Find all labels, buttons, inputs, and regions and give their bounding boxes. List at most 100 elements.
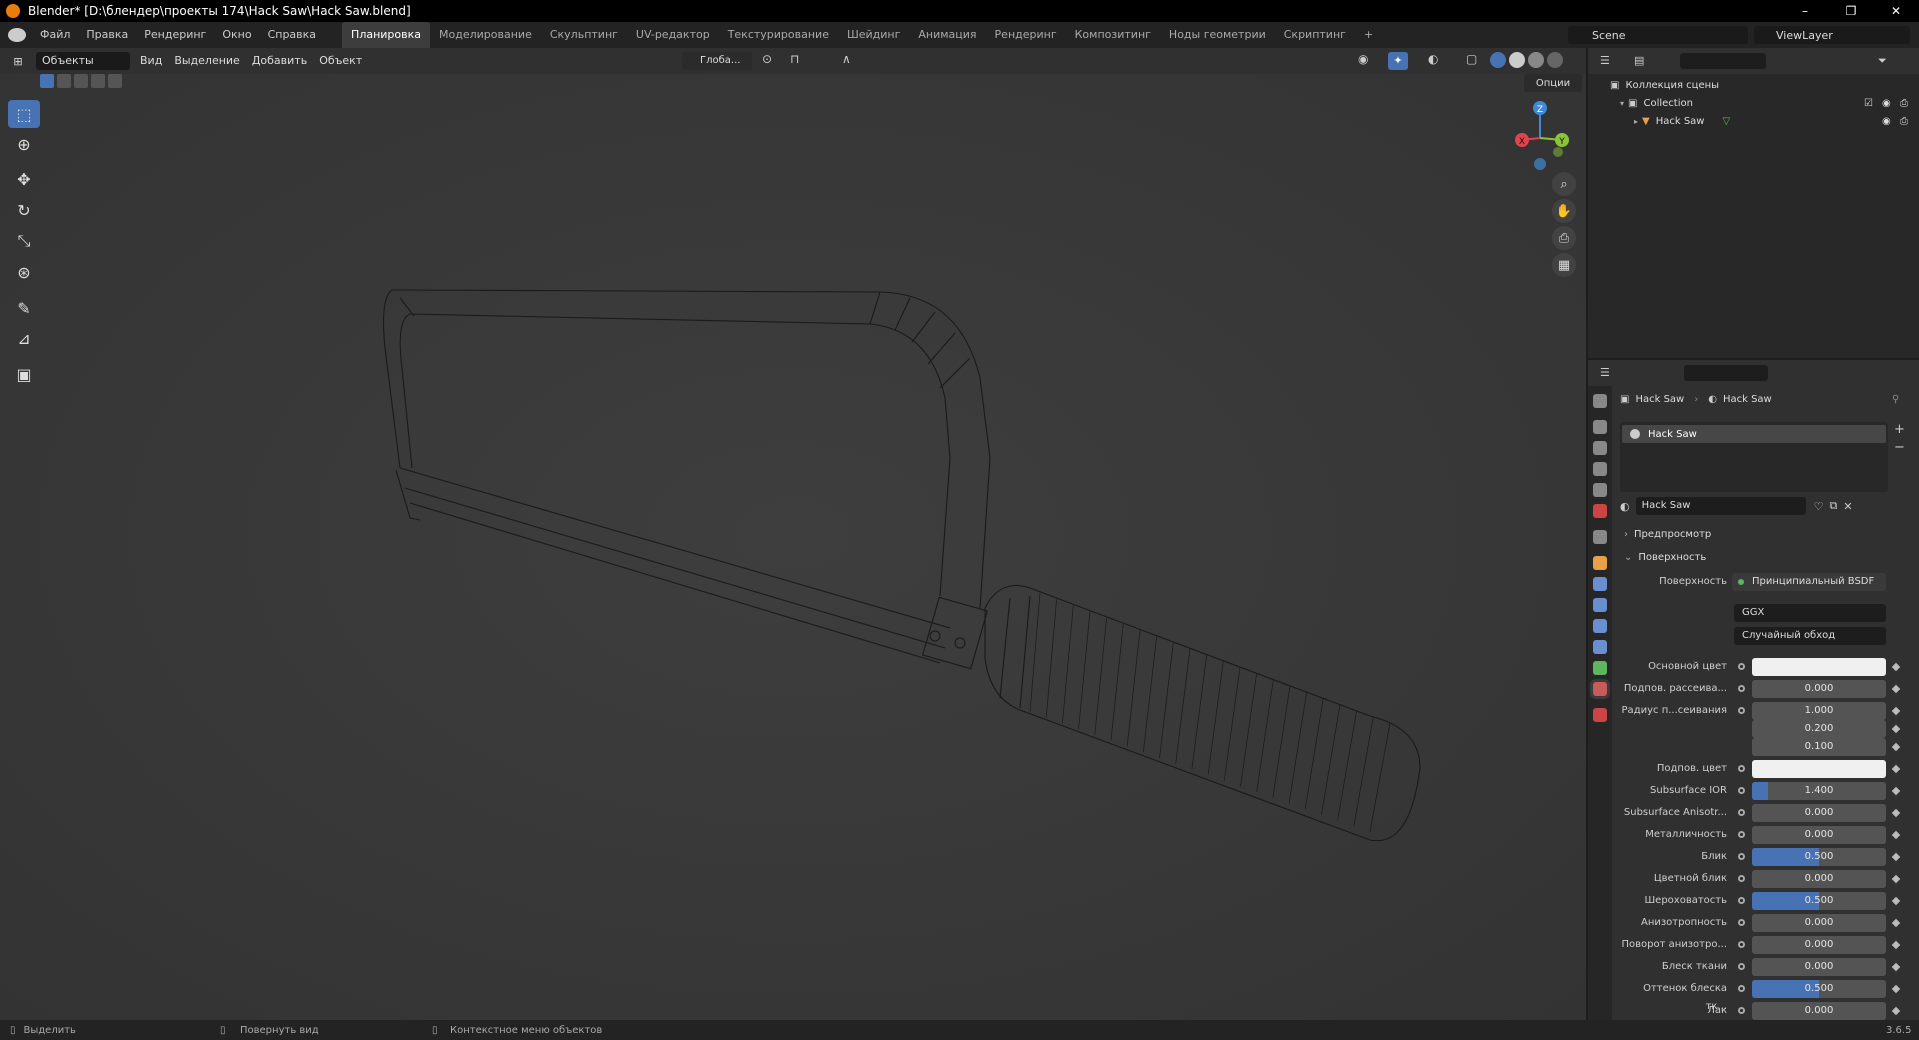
menu-help[interactable]: Справка [260,22,324,48]
scene-tab-icon[interactable] [1593,483,1607,497]
render-camera-icon[interactable]: ⎙ [1900,98,1908,109]
particles-tab-icon[interactable] [1593,598,1607,612]
bsdf-input-field[interactable]: 0.000 [1752,914,1886,932]
overlays-icon[interactable]: ◐ [1428,52,1448,70]
select-invert-icon[interactable] [91,74,105,88]
modifiers-tab-icon[interactable] [1593,577,1607,591]
material-shading-icon[interactable] [1528,52,1544,68]
texture-tab-icon[interactable] [1593,708,1607,722]
physics-tab-icon[interactable] [1593,619,1607,633]
visibility-icon[interactable]: ◉ [1358,52,1378,70]
zoom-icon[interactable]: ⌕ [1552,172,1576,196]
snap-icon[interactable]: ⊓ [790,52,810,70]
bsdf-input-field[interactable]: 0.000 [1752,1002,1886,1020]
bsdf-input-field[interactable]: 0.200 [1752,720,1886,738]
bsdf-input-field[interactable]: 1.400 [1752,782,1886,800]
render-camera-icon[interactable]: ⎙ [1900,116,1908,127]
menu-render[interactable]: Рендеринг [136,22,214,48]
material-slot-row[interactable]: Hack Saw [1622,425,1886,443]
material-name-field[interactable]: Hack Saw [1635,497,1806,515]
outliner-type-icon[interactable]: ☰ [1600,54,1610,67]
select-extend-icon[interactable] [57,74,71,88]
tab-compositing[interactable]: Композитинг [1066,22,1160,48]
navigation-gizmo[interactable]: Z Y X [1500,96,1570,176]
tab-rendering[interactable]: Рендеринг [986,22,1066,48]
visibility-eye-icon[interactable]: ◉ [1882,116,1891,127]
tab-uv-editing[interactable]: UV-редактор [627,22,719,48]
wireframe-shading-icon[interactable] [1490,52,1506,68]
add-cube-tool-icon[interactable]: ▣ [8,360,40,388]
duplicate-material-icon[interactable]: ⧉ [1829,499,1837,513]
select-intersect-icon[interactable] [108,74,122,88]
menu-file[interactable]: Файл [32,22,78,48]
bsdf-input-field[interactable]: 0.000 [1752,804,1886,822]
bsdf-input-field[interactable]: 0.500 [1752,980,1886,998]
input-socket-icon[interactable] [1738,985,1745,992]
bsdf-input-field[interactable]: 0.000 [1752,826,1886,844]
pin-icon[interactable]: ⚲ [1892,394,1899,405]
input-socket-icon[interactable] [1738,941,1745,948]
input-socket-icon[interactable] [1738,897,1745,904]
bsdf-input-field[interactable]: 1.000 [1752,702,1886,720]
mode-selector[interactable]: Объекты [36,52,130,70]
rendered-shading-icon[interactable] [1547,52,1563,68]
select-subtract-icon[interactable] [74,74,88,88]
tab-animation[interactable]: Анимация [909,22,985,48]
input-socket-icon[interactable] [1738,663,1745,670]
filter-icon[interactable]: ⏷ [1878,54,1887,68]
scene-selector[interactable]: Scene [1568,26,1748,44]
display-mode-icon[interactable]: ▤ [1634,54,1644,67]
tab-shading[interactable]: Шейдинг [838,22,909,48]
surface-shader-selector[interactable]: Принципиальный BSDF [1732,573,1886,591]
pan-hand-icon[interactable]: ✋ [1552,199,1576,223]
rotate-tool-icon[interactable]: ↻ [8,196,40,224]
tab-layout[interactable]: Планировка [342,22,431,48]
proportional-edit-icon[interactable]: ∧ [842,52,862,70]
world-tab-icon[interactable] [1593,504,1607,518]
output-tab-icon[interactable] [1593,441,1607,455]
outliner-row-hacksaw[interactable]: ▸ ▼ Hack Saw ▽ ◉ ⎙ [1588,112,1919,130]
section-surface[interactable]: ⌄ Поверхность [1624,547,1912,567]
bsdf-input-field[interactable]: 0.000 [1752,936,1886,954]
measure-tool-icon[interactable]: ⊿ [8,324,40,352]
tab-sculpting[interactable]: Скульптинг [541,22,627,48]
input-socket-icon[interactable] [1738,1007,1745,1014]
select-box-tool-icon[interactable]: ⬚ [8,100,40,128]
add-slot-icon[interactable]: + [1894,422,1910,438]
render-tab-icon[interactable] [1593,420,1607,434]
input-socket-icon[interactable] [1738,685,1745,692]
blender-menu-icon[interactable] [8,28,26,42]
bsdf-input-field[interactable] [1752,658,1886,676]
tool-tab-icon[interactable] [1593,394,1607,408]
expand-arrow-icon[interactable]: ▸ [1634,117,1638,126]
bsdf-input-field[interactable]: 0.100 [1752,738,1886,756]
input-socket-icon[interactable] [1738,707,1745,714]
menu-object[interactable]: Объект [313,48,368,74]
solid-shading-icon[interactable] [1509,52,1525,68]
input-socket-icon[interactable] [1738,963,1745,970]
material-tab-icon[interactable] [1593,682,1607,696]
cursor-tool-icon[interactable]: ⊕ [8,130,40,158]
scale-tool-icon[interactable]: ⤡ [8,227,40,255]
expand-arrow-icon[interactable]: ▾ [1620,99,1624,108]
gizmo-neg-z-axis[interactable] [1534,158,1546,170]
input-socket-icon[interactable] [1738,787,1745,794]
tab-scripting[interactable]: Скриптинг [1275,22,1355,48]
properties-type-icon[interactable]: ☰ [1600,366,1610,379]
camera-view-icon[interactable]: ⎙ [1552,226,1576,250]
move-tool-icon[interactable]: ✥ [8,165,40,193]
menu-select[interactable]: Выделение [168,48,246,74]
object-tab-icon[interactable] [1593,556,1607,570]
tab-modeling[interactable]: Моделирование [430,22,541,48]
properties-search-input[interactable] [1684,365,1768,381]
view-layer-tab-icon[interactable] [1593,462,1607,476]
menu-window[interactable]: Окно [214,22,259,48]
editor-type-icon[interactable]: ⊞ [0,55,36,68]
remove-slot-icon[interactable]: − [1894,440,1910,456]
input-socket-icon[interactable] [1738,875,1745,882]
bsdf-input-field[interactable]: 0.000 [1752,680,1886,698]
exclude-checkbox-icon[interactable]: ☑ [1864,98,1873,109]
collection-tab-icon[interactable] [1593,530,1607,544]
input-socket-icon[interactable] [1738,853,1745,860]
distribution-dropdown[interactable]: GGX [1734,604,1886,622]
